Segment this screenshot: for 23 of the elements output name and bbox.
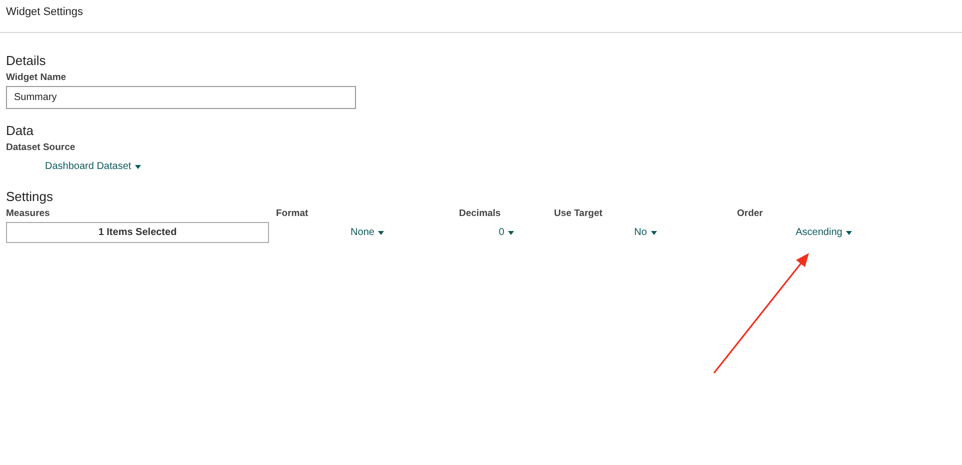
field-label: Widget Name — [6, 72, 68, 83]
field-label: Dataset Source — [6, 142, 76, 153]
caret-icon — [135, 164, 142, 168]
section-heading: Data — [6, 123, 34, 138]
caret-icon — [508, 230, 514, 234]
caret-icon — [846, 230, 852, 234]
window-title: Widget Settings — [6, 6, 84, 18]
input-field[interactable]: Summary — [6, 86, 356, 109]
caret-icon — [650, 230, 657, 234]
dropdown[interactable]: No — [634, 227, 657, 238]
column-label: Decimals — [459, 208, 502, 219]
section-heading: Settings — [6, 189, 54, 204]
column-label: Order — [737, 208, 764, 219]
section-heading: Details — [6, 53, 47, 68]
column-label: Measures — [6, 208, 51, 219]
multiselect-field[interactable]: 1 Items Selected — [6, 222, 269, 243]
column-label: Use Target — [554, 208, 604, 219]
dropdown[interactable]: Ascending — [796, 227, 852, 238]
dropdown[interactable]: 0 — [498, 227, 514, 238]
column-label: Format — [276, 208, 310, 219]
dropdown[interactable]: None — [350, 227, 384, 238]
dropdown[interactable]: Dashboard Dataset — [45, 161, 142, 172]
caret-icon — [378, 230, 384, 234]
